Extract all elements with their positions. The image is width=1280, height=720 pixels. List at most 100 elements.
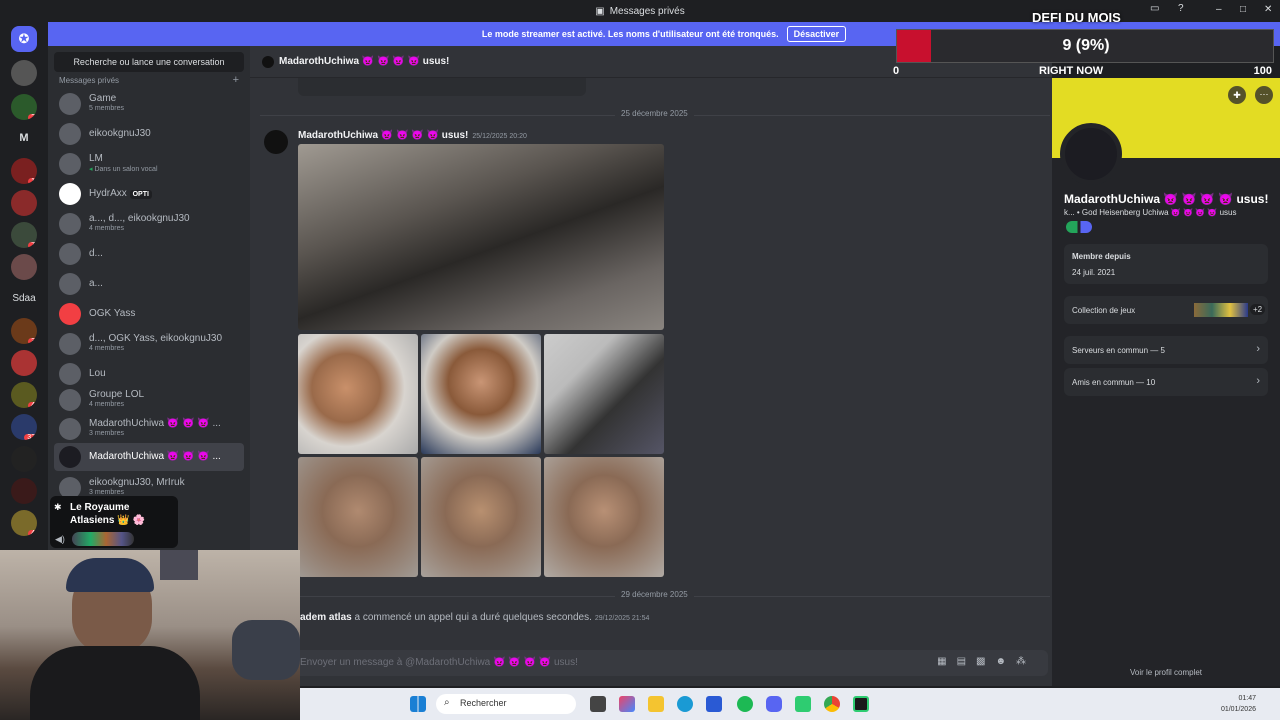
unread-badge: 7: [28, 242, 37, 248]
help-icon[interactable]: ?: [1178, 3, 1184, 14]
dm-name: d...: [89, 248, 103, 259]
overlay-title: DEFI DU MOIS: [1032, 10, 1121, 25]
author-name[interactable]: MadarothUchiwa 👿 👿 👿 👿 usus!: [298, 130, 468, 141]
windows-taskbar: ⌕ Rechercher 01:47 01/01/2026: [300, 688, 1280, 720]
mutual-friends-card[interactable]: Amis en commun — 10 ›: [1064, 368, 1268, 396]
more-options-icon[interactable]: ⋯: [1255, 86, 1273, 104]
dm-item[interactable]: d..., OGK Yass, eikookgnuJ30 4 membres: [54, 330, 244, 358]
image-attachment[interactable]: [544, 334, 664, 454]
avatar: [59, 273, 81, 295]
gif-icon[interactable]: ▤: [957, 656, 976, 667]
avatar: [59, 243, 81, 265]
dm-header-label: Messages privés: [59, 76, 120, 85]
task-view-icon[interactable]: [590, 696, 606, 712]
call-author[interactable]: adem atlas: [300, 612, 352, 623]
server-icon[interactable]: [11, 446, 37, 472]
windows-start-icon[interactable]: [410, 696, 426, 712]
inbox-icon[interactable]: ▭: [1150, 3, 1159, 14]
vpn-icon[interactable]: [795, 696, 811, 712]
image-attachment[interactable]: [298, 457, 418, 577]
dm-item[interactable]: a..., d..., eikookgnuJ30 4 membres: [54, 210, 244, 238]
discord-home-button[interactable]: ✪: [11, 26, 37, 52]
copilot-icon[interactable]: [619, 696, 635, 712]
add-friend-icon[interactable]: ✚: [1228, 86, 1246, 104]
image-attachment[interactable]: [544, 457, 664, 577]
webcam-overlay: [0, 550, 300, 720]
maximize-button[interactable]: □: [1240, 4, 1246, 15]
dm-item[interactable]: a...: [54, 270, 244, 298]
server-icon[interactable]: [11, 478, 37, 504]
chrome-icon[interactable]: [824, 696, 840, 712]
server-icon[interactable]: 1: [11, 158, 37, 184]
dm-item[interactable]: MadarothUchiwa 👿 👿 👿 ... 3 membres: [54, 415, 244, 443]
streamer-body: [30, 646, 200, 720]
unread-badge: 32: [24, 434, 37, 440]
store-icon[interactable]: [706, 696, 722, 712]
server-text-icon[interactable]: Sdaa: [4, 286, 44, 312]
server-icon[interactable]: [11, 254, 37, 280]
server-icon[interactable]: [11, 190, 37, 216]
mutual-servers-card[interactable]: Serveurs en commun — 5 ›: [1064, 336, 1268, 364]
dm-item[interactable]: Groupe LOL 4 membres: [54, 386, 244, 414]
dm-subtext-label: Dans un salon vocal: [94, 166, 158, 173]
server-icon[interactable]: 4: [11, 382, 37, 408]
image-attachment[interactable]: [298, 334, 418, 454]
spotify-icon[interactable]: [737, 696, 753, 712]
games-collection-card[interactable]: Collection de jeux +2: [1064, 296, 1268, 324]
server-text-icon[interactable]: M: [11, 125, 37, 151]
dm-item[interactable]: eikookgnuJ30: [54, 120, 244, 148]
dm-subtext: 4 membres: [89, 401, 125, 408]
dm-name: eikookgnuJ30, MrIruk: [89, 477, 185, 488]
dm-item[interactable]: LM ◂ Dans un salon vocal: [54, 150, 244, 178]
gift-icon[interactable]: ▦: [937, 656, 956, 667]
view-full-profile-link[interactable]: Voir le profil complet: [1052, 668, 1280, 677]
dm-subtext: 3 membres: [89, 489, 125, 496]
server-icon[interactable]: 3: [11, 318, 37, 344]
dm-item[interactable]: OGK Yass: [54, 300, 244, 328]
close-button[interactable]: ✕: [1264, 4, 1272, 15]
dm-item-selected[interactable]: MadarothUchiwa 👿 👿 👿 ...: [54, 443, 244, 471]
member-since-card: Membre depuis 24 juil. 2021: [1064, 244, 1268, 284]
server-icon[interactable]: 7: [11, 222, 37, 248]
server-icon[interactable]: [11, 60, 37, 86]
file-explorer-icon[interactable]: [648, 696, 664, 712]
server-icon[interactable]: 2: [11, 94, 37, 120]
dm-subtext: ◂ Dans un salon vocal: [89, 165, 158, 173]
discord-icon[interactable]: [766, 696, 782, 712]
server-icon[interactable]: 32: [11, 414, 37, 440]
message-input[interactable]: Envoyer un message à @MadarothUchiwa 👿 👿…: [290, 650, 1048, 676]
system-clock[interactable]: 01:47 01/01/2026: [1221, 693, 1256, 715]
message-author: MadarothUchiwa 👿 👿 👿 👿 usus! 25/12/2025 2…: [298, 130, 527, 141]
server-icon[interactable]: 4: [11, 510, 37, 536]
emoji-icon[interactable]: ☻: [995, 656, 1016, 667]
image-attachment[interactable]: [298, 144, 664, 330]
dm-name: Game: [89, 93, 117, 104]
author-avatar[interactable]: [264, 130, 288, 154]
minimize-button[interactable]: –: [1216, 4, 1222, 15]
server-icon[interactable]: [11, 350, 37, 376]
dm-name: eikookgnuJ30: [89, 128, 151, 139]
dm-search-input[interactable]: Recherche ou lance une conversation: [54, 52, 244, 72]
taskbar-search-input[interactable]: ⌕ Rechercher: [436, 694, 576, 714]
dm-name: MadarothUchiwa 👿 👿 👿 ...: [89, 451, 221, 462]
unread-badge: 2: [28, 114, 37, 120]
clock-date: 01/01/2026: [1220, 706, 1256, 713]
voice-server-popup[interactable]: ✱ Le Royaume Atlasiens 👑 🌸 ◀): [50, 496, 178, 548]
dm-item[interactable]: d...: [54, 240, 244, 268]
avatar: [59, 363, 81, 385]
dm-item[interactable]: HydrAxx OPTI: [54, 180, 244, 208]
search-icon: ⌕: [444, 697, 450, 708]
mutual-friends-label: Amis en commun — 10: [1072, 378, 1156, 387]
new-dm-plus-icon[interactable]: +: [233, 74, 239, 86]
disable-streamer-button[interactable]: Désactiver: [786, 26, 847, 42]
app-icon[interactable]: [853, 696, 869, 712]
image-attachment[interactable]: [421, 457, 541, 577]
sticker-icon[interactable]: ▩: [976, 656, 995, 667]
dm-item[interactable]: Game 5 membres: [54, 90, 244, 118]
dm-item[interactable]: Lou: [54, 360, 244, 388]
dm-header: Messages privés +: [59, 74, 239, 86]
image-attachment[interactable]: [421, 334, 541, 454]
edge-icon[interactable]: [677, 696, 693, 712]
message-timestamp: 25/12/2025 20:20: [472, 133, 527, 140]
apps-icon[interactable]: ⁂: [1016, 656, 1036, 667]
